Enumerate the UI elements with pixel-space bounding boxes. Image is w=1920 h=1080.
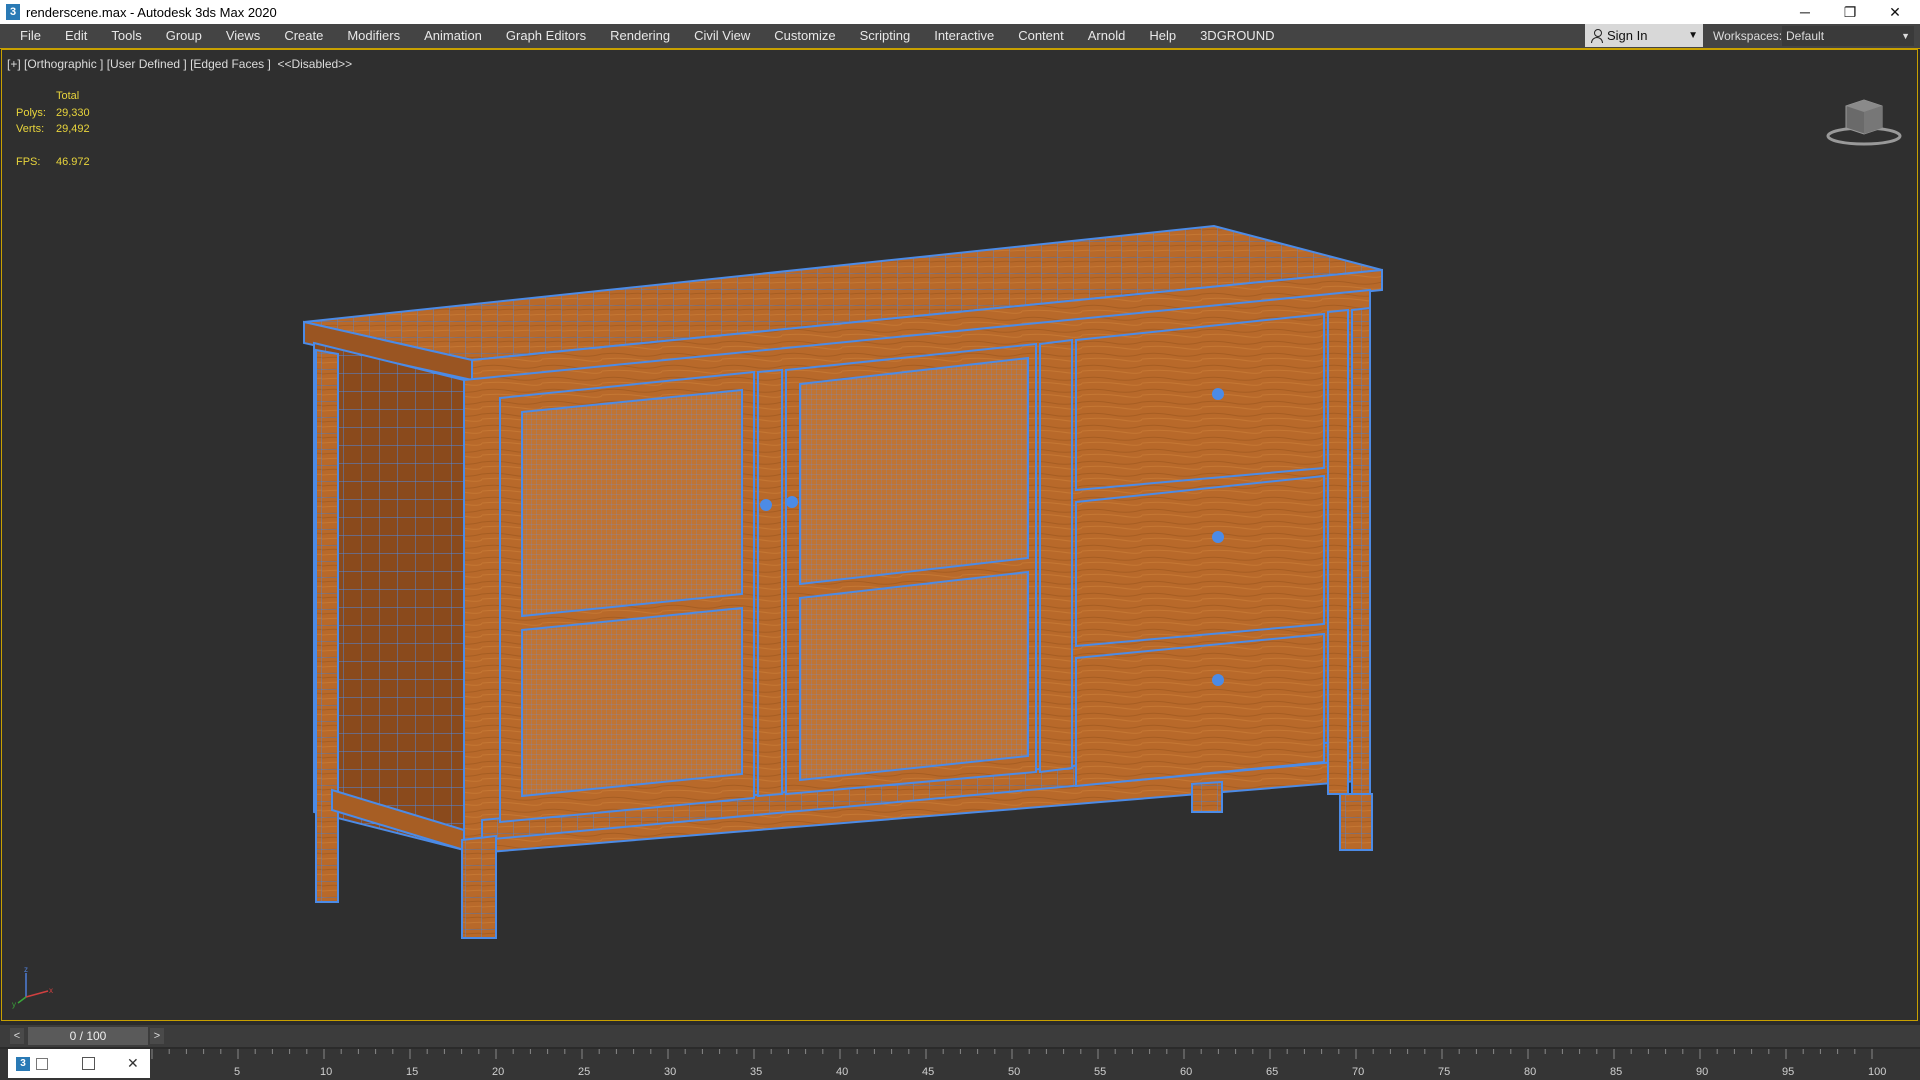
workspace-value: Default: [1786, 29, 1825, 43]
menu-customize[interactable]: Customize: [762, 24, 847, 48]
center-stile: [757, 368, 783, 798]
axis-z-label: z: [24, 965, 28, 974]
timeline-ruler[interactable]: 5 10 15 20 25 30 35 40 45 50 55 60 65 70 75 80 85 90 95 100: [150, 1049, 1920, 1080]
menu-content[interactable]: Content: [1006, 24, 1076, 48]
drawer-bottom: [1075, 632, 1325, 788]
front-left-leg: [461, 834, 497, 939]
menu-arnold[interactable]: Arnold: [1076, 24, 1138, 48]
ruler-label: 50: [1008, 1066, 1020, 1078]
perspective-viewport[interactable]: [+] [Orthographic ] [User Defined ] [Edg…: [1, 49, 1918, 1021]
minimize-button[interactable]: ─: [1782, 0, 1828, 24]
menu-edit[interactable]: Edit: [53, 24, 99, 48]
menu-help[interactable]: Help: [1137, 24, 1188, 48]
drawer-middle-knob: [1212, 531, 1224, 543]
restore-icon[interactable]: [36, 1057, 48, 1070]
ruler-label: 65: [1266, 1066, 1278, 1078]
menu-group[interactable]: Group: [154, 24, 214, 48]
drawer-bottom-knob: [1212, 674, 1224, 686]
ruler-label: 55: [1094, 1066, 1106, 1078]
front-right-leg: [1339, 793, 1373, 851]
axis-y-label: y: [12, 1000, 16, 1009]
ruler-label: 70: [1352, 1066, 1364, 1078]
ruler-label: 15: [406, 1066, 418, 1078]
maxscript-mini-listener[interactable]: 3 ✕: [8, 1049, 150, 1078]
time-slider-bar: < 0 / 100 >: [0, 1025, 1920, 1047]
viewcube-icon[interactable]: [1824, 90, 1904, 150]
drawer-divider: [1039, 338, 1073, 774]
menu-animation[interactable]: Animation: [412, 24, 494, 48]
restore-button[interactable]: ❐: [1827, 0, 1873, 24]
window-title: renderscene.max - Autodesk 3ds Max 2020: [26, 4, 277, 20]
menu-civil-view[interactable]: Civil View: [682, 24, 762, 48]
back-left-leg: [315, 348, 339, 903]
title-bar: 3 renderscene.max - Autodesk 3ds Max 202…: [0, 0, 1920, 24]
menu-modifiers[interactable]: Modifiers: [335, 24, 412, 48]
close-button[interactable]: ✕: [1872, 0, 1918, 24]
drawer-middle: [1075, 474, 1325, 648]
right-front-post: [1327, 308, 1349, 795]
ruler-label: 75: [1438, 1066, 1450, 1078]
time-next-button[interactable]: >: [150, 1028, 164, 1044]
time-slider[interactable]: 0 / 100: [28, 1027, 148, 1045]
ruler-label: 10: [320, 1066, 332, 1078]
right-door-cane-top: [799, 356, 1029, 586]
menu-scripting[interactable]: Scripting: [848, 24, 923, 48]
menu-interactive[interactable]: Interactive: [922, 24, 1006, 48]
user-icon: [1591, 28, 1603, 43]
menu-3dground[interactable]: 3DGROUND: [1188, 24, 1286, 48]
right-side-post: [1351, 306, 1371, 851]
right-door-cane-bottom: [799, 570, 1029, 782]
ruler-label: 90: [1696, 1066, 1708, 1078]
left-door-cane-bottom: [521, 606, 743, 798]
sideboard-model[interactable]: [2, 50, 1918, 1021]
drawer-top: [1075, 312, 1325, 492]
menu-views[interactable]: Views: [214, 24, 272, 48]
close-icon[interactable]: ✕: [127, 1055, 139, 1072]
maximize-icon[interactable]: [82, 1057, 95, 1070]
left-door-knob: [760, 499, 772, 511]
sign-in-label: Sign In: [1607, 28, 1648, 43]
ruler-label: 80: [1524, 1066, 1536, 1078]
chevron-down-icon: ▼: [1901, 31, 1910, 41]
menu-tools[interactable]: Tools: [99, 24, 153, 48]
menu-graph-editors[interactable]: Graph Editors: [494, 24, 598, 48]
ruler-label: 60: [1180, 1066, 1192, 1078]
ruler-label: 30: [664, 1066, 676, 1078]
sign-in-dropdown[interactable]: Sign In ▼: [1585, 24, 1703, 47]
menu-create[interactable]: Create: [272, 24, 335, 48]
workspaces-select[interactable]: Default ▼: [1782, 26, 1914, 46]
right-door-knob: [786, 496, 798, 508]
ruler-label: 85: [1610, 1066, 1622, 1078]
axis-x-label: x: [49, 986, 53, 995]
time-prev-button[interactable]: <: [10, 1028, 24, 1044]
axis-tripod-icon: z x y: [12, 965, 53, 1009]
app-icon[interactable]: 3: [6, 4, 20, 20]
back-right-leg: [1191, 780, 1223, 813]
chevron-down-icon: ▼: [1688, 30, 1698, 41]
ruler-label: 45: [922, 1066, 934, 1078]
ruler-label: 20: [492, 1066, 504, 1078]
maxscript-icon: 3: [16, 1056, 30, 1071]
menu-rendering[interactable]: Rendering: [598, 24, 682, 48]
drawer-top-knob: [1212, 388, 1224, 400]
ruler-label: 100: [1868, 1066, 1886, 1078]
ruler-label: 95: [1782, 1066, 1794, 1078]
ruler-label: 40: [836, 1066, 848, 1078]
ruler-label: 25: [578, 1066, 590, 1078]
ruler-label: 35: [750, 1066, 762, 1078]
left-door-cane-top: [521, 388, 743, 618]
workspaces-label: Workspaces:: [1713, 29, 1783, 43]
ruler-label: 5: [234, 1066, 240, 1078]
menu-file[interactable]: File: [8, 24, 53, 48]
